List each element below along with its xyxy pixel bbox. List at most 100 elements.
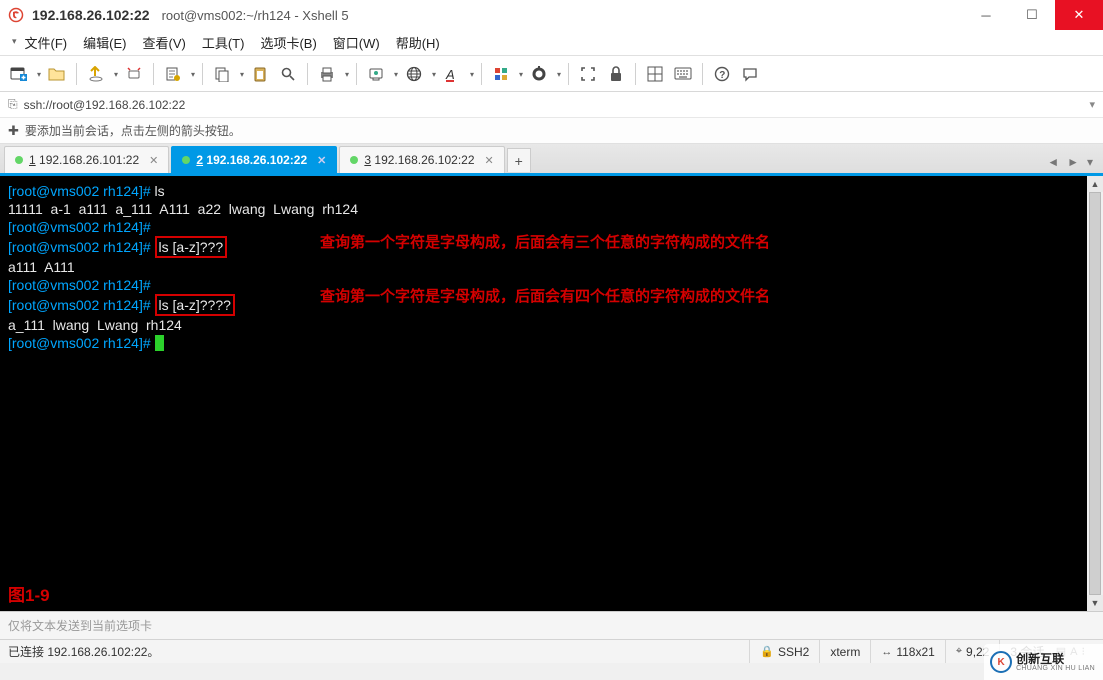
tab-strip: 1 192.168.26.101:22 ✕ 2 192.168.26.102:2… xyxy=(0,144,1103,176)
tab-list-icon[interactable]: ▾ xyxy=(1087,155,1093,169)
scroll-thumb[interactable] xyxy=(1089,192,1101,595)
terminal-output: a111 A111 xyxy=(8,258,1079,276)
menu-edit[interactable]: 编辑(E) xyxy=(75,31,134,54)
font-button[interactable]: A xyxy=(439,61,465,87)
annotation-2: 查询第一个字符是字母构成，后面会有四个任意的字符构成的文件名 xyxy=(320,288,770,306)
status-dot-icon xyxy=(350,156,358,164)
lock-button[interactable] xyxy=(603,61,629,87)
session-tab-1[interactable]: 1 192.168.26.101:22 ✕ xyxy=(4,146,169,173)
tab-close-icon[interactable]: ✕ xyxy=(485,154,494,167)
title-path: root@vms002:~/rh124 - Xshell 5 xyxy=(162,8,349,23)
resize-icon: ↔ xyxy=(881,646,892,658)
watermark-text: 创新互联 CHUANG XIN HU LIAN xyxy=(1016,653,1095,672)
paste-button[interactable] xyxy=(247,61,273,87)
status-dot-icon xyxy=(15,156,23,164)
status-bar: 已连接 192.168.26.102:22。 🔒SSH2 xterm ↔118x… xyxy=(0,639,1103,663)
chat-button[interactable] xyxy=(737,61,763,87)
tab-scroll-right-icon[interactable]: ► xyxy=(1067,155,1079,169)
compose-bar[interactable]: 仅将文本发送到当前选项卡 xyxy=(0,611,1103,639)
menu-window[interactable]: 窗口(W) xyxy=(325,31,388,54)
tab-label: 192.168.26.102:22 xyxy=(206,153,307,167)
compose-placeholder: 仅将文本发送到当前选项卡 xyxy=(8,617,152,634)
properties-button[interactable] xyxy=(160,61,186,87)
toolbar-separator xyxy=(568,63,569,85)
find-button[interactable] xyxy=(275,61,301,87)
scroll-down-icon[interactable]: ▼ xyxy=(1087,595,1103,611)
new-session-button[interactable] xyxy=(6,61,32,87)
color-scheme-button[interactable] xyxy=(488,61,514,87)
figure-label: 图1-9 xyxy=(8,587,50,605)
toolbar-separator xyxy=(356,63,357,85)
menubar: ▾ 文件(F) 编辑(E) 查看(V) 工具(T) 选项卡(B) 窗口(W) 帮… xyxy=(0,30,1103,56)
new-tab-button[interactable]: + xyxy=(507,148,531,172)
session-tab-3[interactable]: 3 192.168.26.102:22 ✕ xyxy=(339,146,504,173)
disconnect-button[interactable] xyxy=(121,61,147,87)
tab-close-icon[interactable]: ✕ xyxy=(149,154,158,167)
annotation-1: 查询第一个字符是字母构成，后面会有三个任意的字符构成的文件名 xyxy=(320,234,770,252)
status-protocol: 🔒SSH2 xyxy=(749,640,819,663)
menu-tools[interactable]: 工具(T) xyxy=(194,31,253,54)
reconnect-button[interactable] xyxy=(83,61,109,87)
toolbar-separator xyxy=(481,63,482,85)
maximize-button[interactable]: ☐ xyxy=(1009,0,1055,30)
scroll-up-icon[interactable]: ▲ xyxy=(1087,176,1103,192)
minimize-button[interactable]: ─ xyxy=(963,0,1009,30)
script-button[interactable] xyxy=(526,61,552,87)
session-tab-2[interactable]: 2 192.168.26.102:22 ✕ xyxy=(171,146,337,173)
terminal-output: a_111 lwang Lwang rh124 xyxy=(8,316,1079,334)
status-term: xterm xyxy=(819,640,870,663)
language-button[interactable] xyxy=(401,61,427,87)
menu-view[interactable]: 查看(V) xyxy=(134,31,193,54)
help-button[interactable]: ? xyxy=(709,61,735,87)
prompt-user: root xyxy=(12,183,36,199)
tab-scroll-left-icon[interactable]: ◄ xyxy=(1047,155,1059,169)
tab-num: 2 xyxy=(196,153,203,167)
toolbar-separator xyxy=(153,63,154,85)
tile-button[interactable] xyxy=(642,61,668,87)
tab-label: 192.168.26.102:22 xyxy=(374,153,474,167)
open-button[interactable] xyxy=(44,61,70,87)
terminal-output: 11111 a-1 a111 a_111 A111 a22 lwang Lwan… xyxy=(8,200,1079,218)
toolbar-separator xyxy=(635,63,636,85)
tab-num: 3 xyxy=(364,153,371,167)
cursor-pos-icon: ⌖ xyxy=(956,645,962,658)
window-controls: ─ ☐ ✕ xyxy=(963,0,1103,30)
title-ip: 192.168.26.102:22 xyxy=(32,7,150,23)
menu-tabs[interactable]: 选项卡(B) xyxy=(252,31,324,54)
address-dropdown-icon[interactable]: ▾ xyxy=(1089,98,1095,111)
address-bar: ⎘ ssh://root@192.168.26.102:22 ▾ xyxy=(0,92,1103,118)
print-button[interactable] xyxy=(314,61,340,87)
status-connection: 已连接 192.168.26.102:22。 xyxy=(8,640,749,663)
bookmark-icon[interactable]: ⎘ xyxy=(8,97,18,112)
watermark-logo-icon: K xyxy=(990,651,1012,673)
toolbar-separator xyxy=(202,63,203,85)
prompt-host: vms002 xyxy=(50,183,99,199)
toolbar-separator xyxy=(76,63,77,85)
watermark: K 创新互联 CHUANG XIN HU LIAN xyxy=(984,644,1103,680)
menu-help[interactable]: 帮助(H) xyxy=(388,31,448,54)
keyboard-button[interactable] xyxy=(670,61,696,87)
toolbar-separator xyxy=(702,63,703,85)
scroll-track[interactable] xyxy=(1087,192,1103,595)
lock-icon: 🔒 xyxy=(760,645,774,658)
status-dot-icon xyxy=(182,156,190,164)
tab-close-icon[interactable]: ✕ xyxy=(317,154,326,167)
svg-text:A: A xyxy=(445,67,455,82)
toolbar: A ? xyxy=(0,56,1103,92)
close-button[interactable]: ✕ xyxy=(1055,0,1103,30)
prompt-dir: rh124 xyxy=(103,183,139,199)
terminal[interactable]: [root@vms002 rh124]# ls 11111 a-1 a111 a… xyxy=(0,176,1087,611)
session-url[interactable]: ssh://root@192.168.26.102:22 xyxy=(24,98,186,112)
highlighted-command-2: ls [a-z]???? xyxy=(155,294,235,316)
menubar-dropdown-icon[interactable]: ▾ xyxy=(12,36,17,47)
cursor xyxy=(155,335,164,351)
copy-button[interactable] xyxy=(209,61,235,87)
fullscreen-button[interactable] xyxy=(575,61,601,87)
add-session-icon[interactable]: ✚ xyxy=(8,123,19,139)
highlighted-command-1: ls [a-z]??? xyxy=(155,236,228,258)
transfer-button[interactable] xyxy=(363,61,389,87)
status-size: ↔118x21 xyxy=(870,640,944,663)
menu-file[interactable]: 文件(F) xyxy=(17,31,76,54)
app-icon xyxy=(8,7,24,23)
terminal-scrollbar[interactable]: ▲ ▼ xyxy=(1087,176,1103,611)
